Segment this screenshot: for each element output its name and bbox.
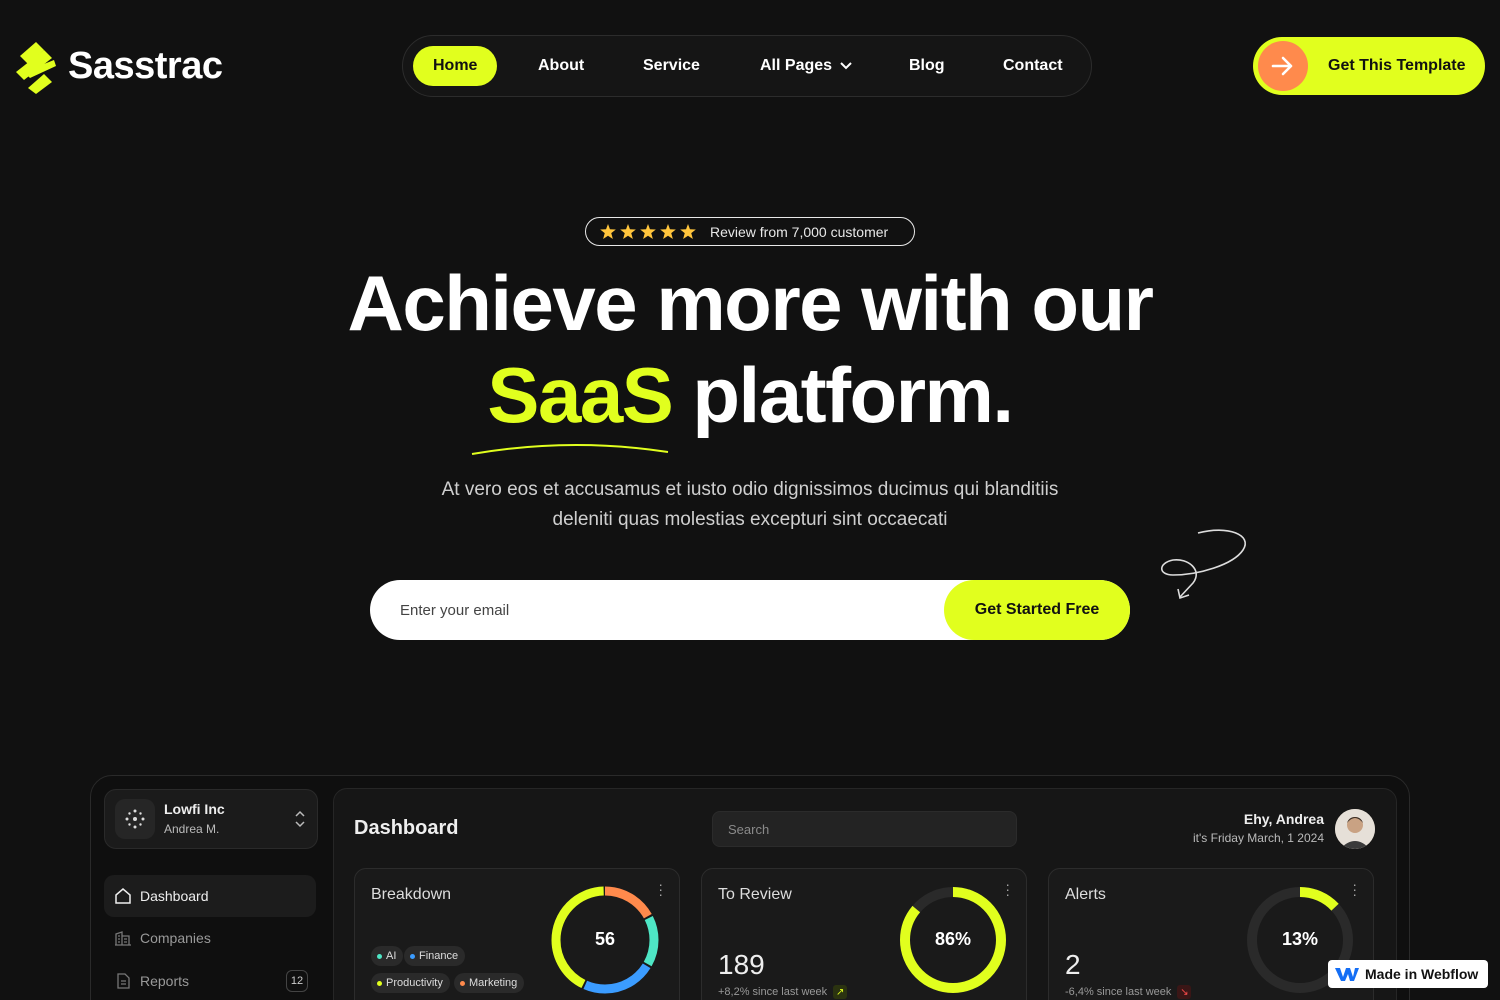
sidebar-item-reports[interactable]: Reports 12 (104, 960, 316, 1000)
org-logo-icon (115, 799, 155, 839)
get-template-label: Get This Template (1328, 57, 1466, 74)
to-review-card: To Review · · · 189 +8,2% since last week … (701, 868, 1027, 1000)
review-count: 189 (718, 949, 765, 980)
star-icon (620, 224, 636, 239)
chevron-updown-icon (295, 810, 305, 828)
email-input[interactable] (400, 580, 920, 640)
card-title: Alerts (1065, 886, 1106, 903)
sidebar-item-label: Dashboard (140, 888, 209, 904)
alerts-percent: 13% (1281, 929, 1319, 949)
tag-productivity: Productivity (371, 973, 450, 993)
brand-name: Sasstrac (68, 44, 223, 87)
user-greeting: Ehy, Andrea it's Friday March, 1 2024 (1193, 811, 1324, 845)
reports-count-badge: 12 (286, 970, 308, 992)
breakdown-value: 56 (594, 929, 616, 949)
review-text: Review from 7,000 customer (710, 223, 889, 240)
review-badge: Review from 7,000 customer (585, 217, 915, 246)
star-icon (680, 224, 696, 239)
main-nav: Home About Service All Pages Blog Contac… (402, 35, 1092, 97)
review-delta-text: +8,2% since last week (718, 986, 828, 998)
org-user: Andrea M. (164, 822, 220, 836)
rating-stars (600, 224, 696, 239)
webflow-badge-label: Made in Webflow (1365, 966, 1479, 982)
greeting-date: it's Friday March, 1 2024 (1192, 831, 1324, 845)
alerts-delta: -6,4% since last week ↘ (1065, 985, 1192, 999)
get-template-button[interactable]: Get This Template (1253, 37, 1485, 95)
alerts-count: 2 (1065, 949, 1081, 980)
trend-up-icon: ↗ (833, 985, 848, 999)
made-in-webflow-badge[interactable]: Made in Webflow (1328, 960, 1488, 988)
nav-all-pages-label: All Pages (760, 57, 833, 74)
building-icon (115, 931, 131, 946)
highlight-underline (471, 443, 669, 455)
tag-finance: Finance (404, 946, 466, 966)
star-icon (660, 224, 676, 239)
dashboard-title: Dashboard (354, 817, 459, 839)
nav-about[interactable]: About (538, 46, 584, 86)
headline-rest: platform. (692, 351, 1014, 439)
nav-service[interactable]: Service (643, 46, 700, 86)
tag-ai: AI (371, 946, 404, 966)
headline-highlight: SaaS (487, 351, 673, 439)
card-title: Breakdown (371, 886, 452, 903)
star-icon (640, 224, 656, 239)
brand-logo[interactable]: Sasstrac (14, 38, 223, 94)
webflow-logo-icon (1335, 968, 1359, 981)
hero-subtext-line1: At vero eos et accusamus et iusto odio d… (441, 479, 1059, 500)
email-signup-form: Get Started Free (370, 580, 1130, 640)
chevron-down-icon (840, 62, 853, 70)
trend-down-icon: ↘ (1177, 985, 1192, 999)
nav-home[interactable]: Home (413, 46, 498, 86)
squiggle-arrow-decoration (1160, 529, 1246, 600)
sidebar-item-companies[interactable]: Companies (104, 917, 316, 959)
sidebar-item-dashboard[interactable]: Dashboard (104, 875, 316, 917)
org-switcher[interactable]: Lowfi Inc Andrea M. (104, 789, 318, 849)
nav-blog[interactable]: Blog (909, 46, 945, 86)
avatar[interactable] (1335, 809, 1375, 849)
file-icon (117, 973, 130, 989)
alerts-delta-text: -6,4% since last week (1065, 986, 1172, 998)
arrow-right-icon (1258, 41, 1308, 91)
star-icon (600, 224, 616, 239)
tag-marketing: Marketing (454, 973, 525, 993)
nav-contact[interactable]: Contact (1003, 46, 1063, 86)
breakdown-card: Breakdown · · · AI Finance Productivity Ma… (354, 868, 680, 1000)
greeting-name: Ehy, Andrea (1243, 811, 1324, 827)
sasstrac-logo-icon (16, 42, 56, 94)
org-name: Lowfi Inc (164, 801, 225, 817)
nav-all-pages[interactable]: All Pages (760, 46, 853, 86)
hero-headline-line2: SaaS platform. (0, 350, 1500, 441)
alerts-card: Alerts · · · 2 -6,4% since last week ↘ 13% (1048, 868, 1374, 1000)
dashboard-search-input[interactable] (712, 811, 1017, 847)
hero-headline-line1: Achieve more with our (347, 259, 1154, 347)
card-title: To Review (718, 886, 792, 903)
review-percent: 86% (934, 929, 972, 949)
get-started-button[interactable]: Get Started Free (944, 580, 1130, 640)
review-delta: +8,2% since last week ↗ (718, 985, 848, 999)
sidebar-item-label: Companies (140, 930, 211, 946)
sidebar-item-label: Reports (140, 973, 190, 989)
hero-subtext-line2: deleniti quas molestias excepturi sint o… (552, 509, 948, 530)
home-icon (115, 888, 131, 904)
